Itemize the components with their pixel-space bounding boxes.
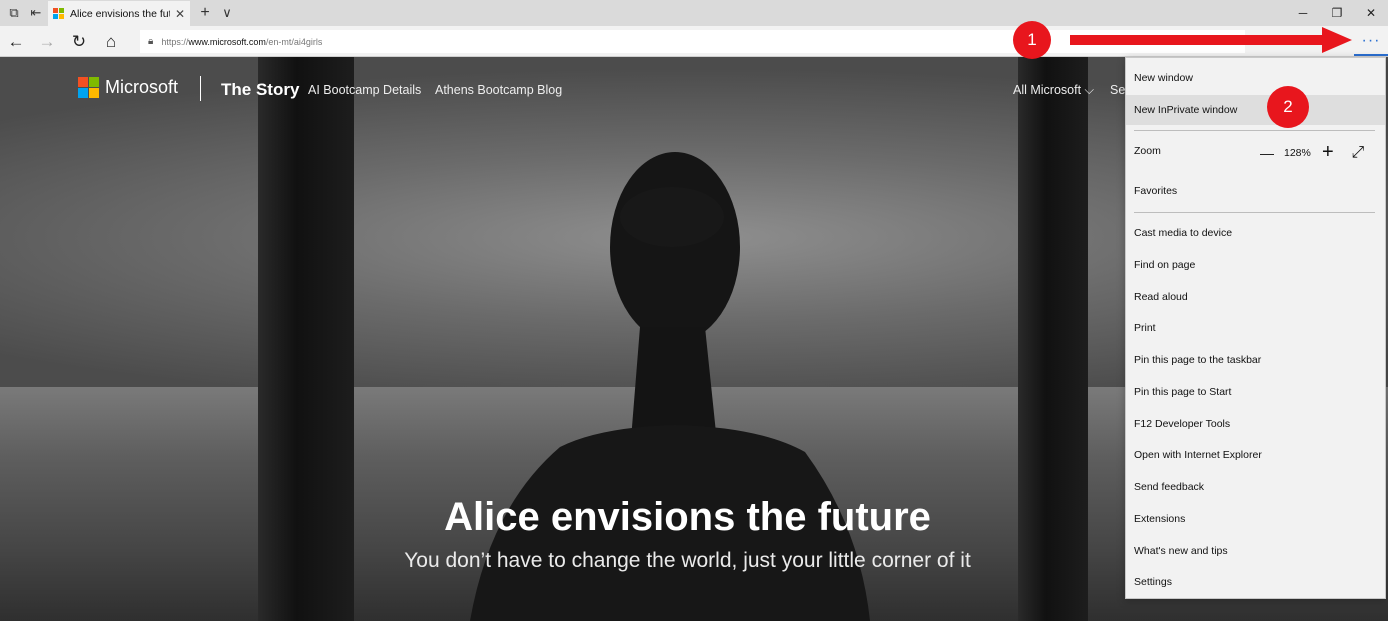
menu-favorites[interactable]: Favorites <box>1126 176 1385 206</box>
menu-pin-taskbar[interactable]: Pin this page to the taskbar <box>1126 345 1385 375</box>
microsoft-favicon-icon <box>53 8 64 19</box>
fullscreen-icon[interactable]: ⤢ <box>1347 144 1369 162</box>
tabs-aside-icon[interactable]: ⧉ <box>3 0 25 26</box>
settings-and-more-button[interactable]: ··· <box>1354 27 1388 56</box>
menu-send-feedback[interactable]: Send feedback <box>1126 472 1385 502</box>
annotation-step-1: 1 <box>1013 21 1051 59</box>
tab-title: Alice envisions the futur <box>70 7 170 20</box>
zoom-level: 128% <box>1284 146 1311 159</box>
restore-button[interactable]: ❐ <box>1320 0 1354 26</box>
new-tab-button[interactable]: + <box>194 0 216 26</box>
menu-separator <box>1134 130 1375 131</box>
zoom-in-button[interactable]: + <box>1317 141 1339 164</box>
microsoft-logo-icon <box>78 77 99 98</box>
menu-whats-new[interactable]: What's new and tips <box>1126 536 1385 566</box>
minimize-button[interactable]: ─ <box>1286 0 1320 26</box>
url-path: /en-mt/ai4girls <box>265 36 323 47</box>
annotation-step-2: 2 <box>1267 86 1309 128</box>
nav-search-partial[interactable]: Se <box>1110 83 1125 97</box>
menu-read-aloud[interactable]: Read aloud <box>1126 282 1385 312</box>
back-icon[interactable]: ← <box>2 26 30 57</box>
menu-cast-media[interactable]: Cast media to device <box>1126 218 1385 248</box>
close-window-button[interactable]: ✕ <box>1354 0 1388 26</box>
menu-separator <box>1134 212 1375 213</box>
nav-ai-bootcamp-details[interactable]: AI Bootcamp Details <box>308 83 421 97</box>
annotation-arrow-icon <box>1070 27 1352 53</box>
nav-athens-bootcamp-blog[interactable]: Athens Bootcamp Blog <box>435 83 562 97</box>
menu-zoom-label: Zoom <box>1134 145 1161 157</box>
set-tabs-aside-icon[interactable]: ⇤ <box>25 0 47 26</box>
menu-developer-tools[interactable]: F12 Developer Tools <box>1126 409 1385 439</box>
forward-icon[interactable]: → <box>33 26 61 57</box>
refresh-icon[interactable]: ↻ <box>65 26 93 57</box>
lock-icon: 🔒︎ <box>148 36 154 47</box>
menu-settings[interactable]: Settings <box>1126 567 1385 597</box>
logo-divider <box>200 76 201 101</box>
menu-pin-start[interactable]: Pin this page to Start <box>1126 377 1385 407</box>
menu-open-internet-explorer[interactable]: Open with Internet Explorer <box>1126 440 1385 470</box>
menu-find-on-page[interactable]: Find on page <box>1126 250 1385 280</box>
nav-all-microsoft[interactable]: All Microsoft ⌵ <box>1013 83 1094 98</box>
menu-print[interactable]: Print <box>1126 313 1385 343</box>
zoom-out-button[interactable]: — <box>1256 145 1278 161</box>
microsoft-logo[interactable]: Microsoft <box>78 77 178 98</box>
nav-the-story[interactable]: The Story <box>221 80 299 100</box>
url-host: www.microsoft.com <box>188 36 266 47</box>
tab-list-chevron-icon[interactable]: ∨ <box>216 0 238 26</box>
zoom-controls: — 128% + ⤢ <box>1256 141 1369 164</box>
menu-new-inprivate-window[interactable]: New InPrivate window <box>1126 95 1385 125</box>
active-tab[interactable]: Alice envisions the futur ✕ <box>48 1 190 26</box>
menu-extensions[interactable]: Extensions <box>1126 504 1385 534</box>
settings-menu: New window New InPrivate window Zoom — 1… <box>1125 57 1386 599</box>
menu-new-window[interactable]: New window <box>1126 63 1385 93</box>
home-icon[interactable]: ⌂ <box>97 26 125 57</box>
tab-close-icon[interactable]: ✕ <box>175 7 185 21</box>
brand-name: Microsoft <box>105 77 179 97</box>
url-prefix: https:// <box>161 36 189 47</box>
